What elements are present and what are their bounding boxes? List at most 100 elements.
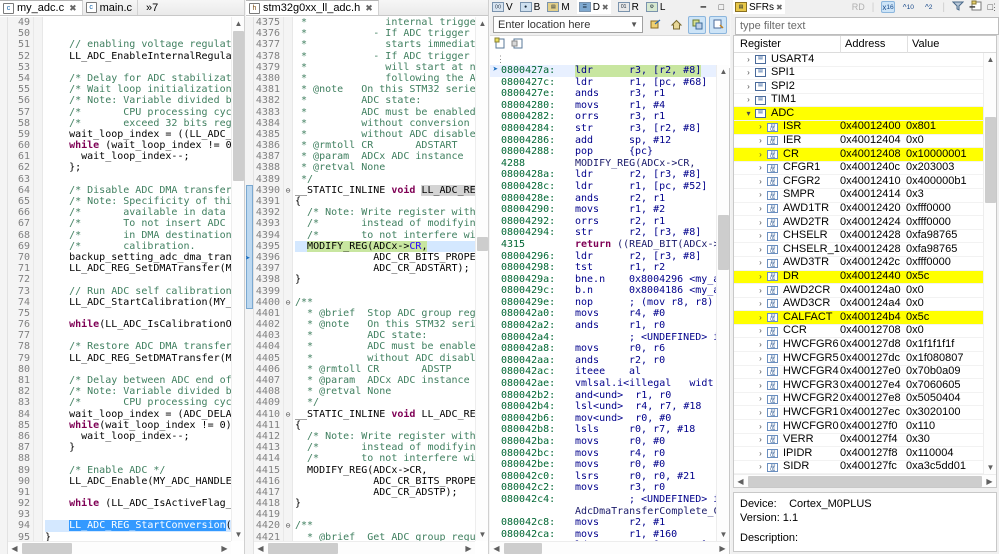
mid-editor-body[interactable]: ➤ 4375 4376 4377 4378 4379 4380 4381 4382 4383 43… <box>246 17 488 554</box>
sfr-name-cell[interactable]: › 10 01 DR <box>734 270 840 284</box>
sfr-row[interactable]: › 10 01 DR 0x40012440 0x5c <box>734 270 983 285</box>
disassembly-row[interactable]: 4288 MODIFY_REG(ADCx->CR, <box>490 158 716 170</box>
code-line[interactable]: ADC_CR_ADSTART); <box>295 263 488 274</box>
disassembly-row[interactable]: 080042be: movs r0, #0 <box>490 459 716 471</box>
sfr-row[interactable]: › 10 01 AWD3CR 0x400124a4 0x0 <box>734 297 983 312</box>
sfr-row[interactable]: › ▤ USART4 <box>734 53 983 67</box>
disassembly-row[interactable]: 080042ac: iteee al <box>490 366 716 378</box>
disassembly-row[interactable]: 08004282: orrs r3, r1 <box>490 111 716 123</box>
sfr-name-cell[interactable]: › 10 01 HWCFGR4 <box>734 365 840 379</box>
column-header-value[interactable]: Value <box>908 38 996 50</box>
mid-marker-column[interactable]: ➤ <box>246 17 254 554</box>
sfr-name-cell[interactable]: › 10 01 ISR <box>734 120 840 134</box>
tab-sfrs[interactable]: ▤ SFRs ✖ <box>733 0 785 14</box>
code-line[interactable]: /* Note: Specificity of this STM3 <box>45 196 244 207</box>
sfr-value-cell[interactable]: 0x10000001 <box>906 148 983 162</box>
disassembly-row[interactable]: 080042b8: lsls r0, r7, #18 <box>490 424 716 436</box>
disassembly-row[interactable]: 0800427e: ands r3, r1 <box>490 88 716 100</box>
chevron-right-icon[interactable]: › <box>756 120 765 134</box>
disassembly-row[interactable]: 08004296: ldr r2, [r3, #8] <box>490 251 716 263</box>
chevron-right-icon[interactable]: › <box>756 460 765 474</box>
minimize-icon[interactable]: ━ <box>701 2 706 13</box>
sfr-name-cell[interactable]: › 10 01 AWD3TR <box>734 256 840 270</box>
chevron-right-icon[interactable]: › <box>744 53 753 66</box>
sfr-tree[interactable]: Register Address Value › ▤ USART4 › ▤ SPI1 › ▤ S… <box>733 35 997 488</box>
filter-toggle-icon[interactable] <box>951 0 965 14</box>
code-line[interactable]: * without ADC disable comm <box>295 129 488 140</box>
sfr-name-cell[interactable]: › 10 01 IER <box>734 134 840 148</box>
sfr-row[interactable]: › 10 01 IPIDR 0x400127f8 0x110004 <box>734 447 983 461</box>
sfr-row[interactable]: › 10 01 HWCFGR6 0x400127d8 0x1f1f1f1f <box>734 338 983 353</box>
code-line[interactable]: // Run ADC self calibration <box>45 286 244 297</box>
sfr-row[interactable]: › ▤ SPI1 <box>734 66 983 81</box>
code-line[interactable] <box>45 28 244 39</box>
disassembly-row[interactable]: 080042b6: mov<und> r0, #0 <box>490 413 716 425</box>
code-line[interactable]: while(LL_ADC_IsCalibrationOnGoing <box>45 319 244 330</box>
sfr-value-cell[interactable]: 0x801 <box>906 120 983 134</box>
dec-format-button[interactable]: ^ 10 <box>902 1 915 13</box>
code-line[interactable]: /* calibration. <box>45 241 244 252</box>
sfr-row[interactable]: › 10 01 IER 0x40012404 0x0 <box>734 134 983 149</box>
sfr-row[interactable]: › 10 01 CALFACT 0x400124b4 0x5c <box>734 311 983 325</box>
chevron-right-icon[interactable]: › <box>756 284 765 298</box>
sfr-row[interactable]: › 10 01 CHSELR_1 0x40012428 0xfa98765 <box>734 243 983 257</box>
sfr-row[interactable]: › 10 01 AWD3TR 0x4001242c 0xfff0000 <box>734 256 983 271</box>
sfr-name-cell[interactable]: › 10 01 HWCFGR0 <box>734 420 840 434</box>
code-line[interactable]: ADC_CR_BITS_PROPERTY_RS <box>295 476 488 487</box>
mid-vertical-scrollbar[interactable]: ▲ ▼ <box>475 17 488 541</box>
disassembly-row[interactable]: 08004294: str r2, [r3, #8] <box>490 227 716 239</box>
disassembly-row[interactable]: 0800429c: b.n0x8004186 <my_adc_st <box>490 285 716 297</box>
code-line[interactable]: while (LL_ADC_IsActiveFlag_ADRDY( <box>45 498 244 509</box>
home-button[interactable] <box>667 16 685 34</box>
show-source-button[interactable] <box>688 15 706 34</box>
sfr-row[interactable]: › 10 01 AWD2CR 0x400124a0 0x0 <box>734 284 983 298</box>
code-line[interactable]: * - If ADC trigger has bee <box>295 28 488 39</box>
sfr-row[interactable]: › 10 01 ISR 0x40012400 0x801 <box>734 120 983 135</box>
scroll-thumb[interactable] <box>748 476 982 487</box>
sfr-value-cell[interactable]: 0x0 <box>906 284 983 298</box>
sfr-value-cell[interactable]: 0x400000b1 <box>906 175 983 189</box>
code-line[interactable]: * @note On this STM32 series, se <box>295 319 488 330</box>
chevron-right-icon[interactable]: › <box>756 216 765 230</box>
sfr-name-cell[interactable]: › 10 01 CFGR1 <box>734 161 840 175</box>
sfr-name-cell[interactable]: › 10 01 HWCFGR2 <box>734 392 840 406</box>
code-line[interactable]: backup_setting_adc_dma_transfer = <box>45 252 244 263</box>
scroll-down-icon[interactable]: ▼ <box>476 528 488 541</box>
sfr-name-cell[interactable]: › 10 01 IPIDR <box>734 447 840 461</box>
disassembly-row[interactable]: 0800427c: ldrr1, [pc, #68] ; (6 <box>490 77 716 89</box>
scroll-up-icon[interactable]: ▲ <box>476 17 488 30</box>
left-vertical-scrollbar[interactable]: ▲ ▼ <box>231 17 244 541</box>
code-line[interactable]: while(wait_loop_index != 0){ <box>45 420 244 431</box>
scroll-down-icon[interactable]: ▼ <box>232 528 244 541</box>
sfr-value-cell[interactable]: 0x0 <box>906 297 983 311</box>
code-line[interactable]: /** <box>295 520 488 531</box>
disassembly-row[interactable]: 0800429a: bne.n0x8004296 <my_adc_st <box>490 274 716 286</box>
disassembly-row[interactable]: 08004298: tst r1, r2 <box>490 262 716 274</box>
code-line[interactable] <box>45 17 244 28</box>
code-line[interactable] <box>45 330 244 341</box>
disassembly-row[interactable]: 080042c2: movs r3, r0 <box>490 482 716 494</box>
tab-main-c[interactable]: c main.c <box>83 0 139 15</box>
chevron-right-icon[interactable]: › <box>744 93 753 107</box>
code-line[interactable]: /* Delay between ADC end of calib <box>45 375 244 386</box>
code-line[interactable]: /* Enable ADC */ <box>45 465 244 476</box>
sfr-horizontal-scrollbar[interactable]: ◀ ▶ <box>734 474 996 487</box>
code-line[interactable]: LL_ADC_Enable(MY_ADC_HANDLER); <box>45 476 244 487</box>
disassembly-row[interactable]: 080042a2: ands r1, r0 <box>490 320 716 332</box>
scroll-thumb[interactable] <box>233 31 244 181</box>
sfr-row[interactable]: › 10 01 VERR 0x400127f4 0x30 <box>734 433 983 448</box>
sfr-value-cell[interactable]: 0x3020100 <box>906 406 983 420</box>
sfr-row[interactable]: › 10 01 SIDR 0x400127fc 0xa3c5dd01 <box>734 460 983 474</box>
sfr-value-cell[interactable]: 0x0 <box>906 134 983 148</box>
disassembly-row[interactable]: 08004280: movs r1, #4 <box>490 100 716 112</box>
maximize-icon[interactable]: □ <box>719 2 724 12</box>
code-line[interactable] <box>45 308 244 319</box>
left-code-lines[interactable]: // enabling voltage regulator for LL_ADC… <box>43 17 244 554</box>
code-line[interactable]: * @rmtoll CR ADSTP <box>295 364 488 375</box>
fold-toggle-icon[interactable]: ⊖ <box>284 185 292 196</box>
sfr-row[interactable]: › 10 01 CR 0x40012408 0x10000001 <box>734 148 983 162</box>
sfr-value-cell[interactable]: 0x3 <box>906 188 983 202</box>
code-line[interactable]: /* CPU processing cycles (d <box>45 397 244 408</box>
code-line[interactable]: LL_ADC_REG_StartConversion(MY_ADC <box>45 520 244 532</box>
chevron-right-icon[interactable]: › <box>756 148 765 162</box>
